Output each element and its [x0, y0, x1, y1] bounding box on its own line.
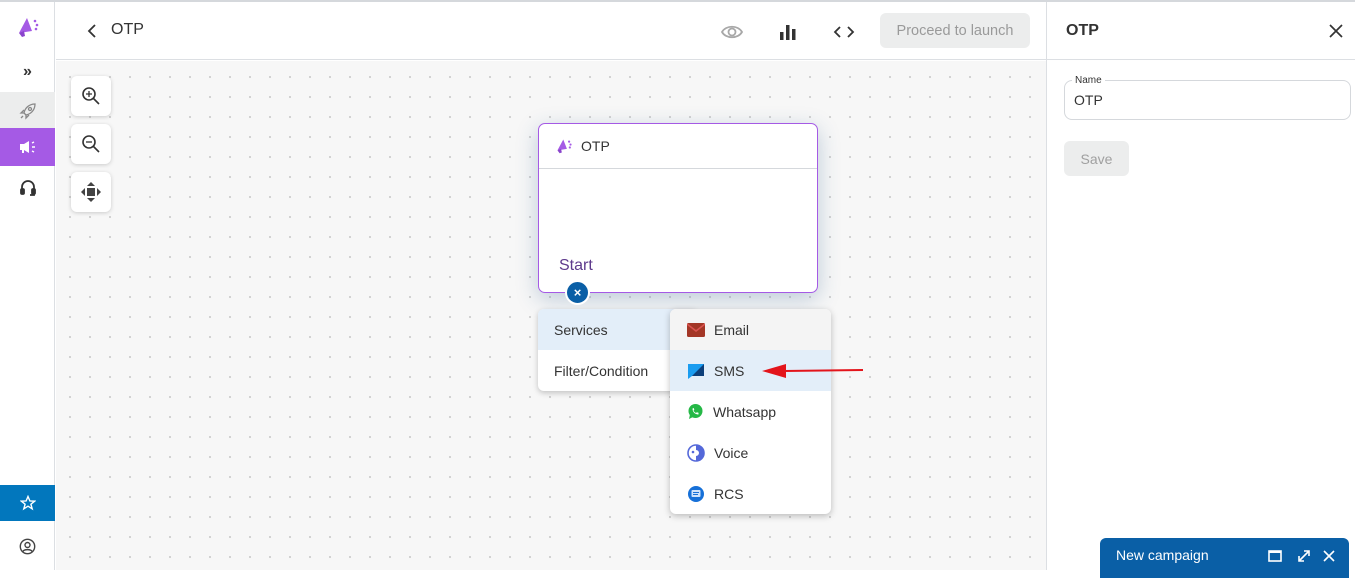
sidebar-item-support[interactable]: [0, 169, 55, 207]
expand-icon: [1298, 550, 1310, 562]
preview-button[interactable]: [719, 19, 745, 45]
megaphone-icon: [19, 141, 35, 153]
chevron-left-icon: [87, 24, 96, 38]
chevrons-right-icon: »: [23, 63, 32, 80]
expand-button[interactable]: [1296, 548, 1312, 564]
properties-panel: OTP Name Save: [1046, 2, 1355, 570]
code-icon: [833, 26, 855, 38]
star-icon: [19, 495, 36, 511]
sidebar-item-profile[interactable]: [0, 527, 55, 565]
save-button[interactable]: Save: [1064, 141, 1129, 176]
code-button[interactable]: [831, 19, 857, 45]
name-field-label: Name: [1072, 75, 1105, 86]
submenu-item-label: Voice: [714, 444, 749, 461]
zoom-in-icon: [82, 87, 100, 105]
submenu-item-whatsapp[interactable]: Whatsapp: [670, 391, 831, 432]
rcs-icon: [688, 485, 704, 502]
flow-canvas[interactable]: OTP Start × Services Filter/Condition Em…: [56, 61, 1046, 570]
page-title: OTP: [111, 21, 144, 38]
submenu-item-label: RCS: [714, 485, 744, 502]
back-button[interactable]: [82, 20, 102, 42]
submenu-item-label: Whatsapp: [713, 403, 777, 420]
submenu-item-voice[interactable]: Voice: [670, 432, 831, 473]
widget-close-button[interactable]: [1321, 548, 1337, 564]
annotation-arrow-icon: [762, 364, 864, 378]
rocket-icon: [18, 103, 36, 120]
submenu-item-rcs[interactable]: RCS: [670, 473, 831, 514]
submenu-item-label: Email: [714, 321, 750, 338]
panel-header: OTP: [1047, 2, 1355, 60]
campaign-node[interactable]: OTP Start: [538, 123, 818, 293]
megaphone-logo-icon: [557, 139, 572, 154]
panel-close-button[interactable]: [1327, 22, 1345, 40]
close-menu-button[interactable]: ×: [565, 280, 590, 305]
megaphone-logo-icon: [18, 18, 38, 37]
close-icon: [1323, 550, 1335, 562]
window-icon: [1268, 550, 1282, 562]
minimize-button[interactable]: [1267, 548, 1283, 564]
zoom-out-button[interactable]: [71, 124, 111, 164]
bar-chart-icon: [780, 25, 796, 40]
proceed-to-launch-button[interactable]: Proceed to launch: [880, 13, 1030, 48]
voice-icon: [687, 443, 705, 462]
submenu-item-email[interactable]: Email: [670, 309, 831, 350]
fit-view-button[interactable]: [71, 172, 111, 212]
user-circle-icon: [19, 538, 36, 554]
node-header: OTP: [539, 124, 817, 169]
sidebar-item-favorites[interactable]: [0, 485, 55, 521]
sidebar: »: [0, 2, 55, 570]
panel-title: OTP: [1066, 22, 1099, 39]
email-icon: [687, 322, 705, 337]
analytics-button[interactable]: [775, 19, 801, 45]
sidebar-item-campaigns[interactable]: [0, 128, 55, 166]
new-campaign-widget[interactable]: New campaign: [1100, 538, 1349, 578]
services-submenu: Email SMS Whatsapp Voice RCS: [670, 309, 831, 514]
close-icon: [1329, 24, 1343, 38]
whatsapp-icon: [688, 404, 703, 419]
zoom-out-icon: [82, 135, 100, 153]
node-title: OTP: [581, 138, 610, 154]
headset-icon: [19, 180, 36, 196]
zoom-in-button[interactable]: [71, 76, 111, 116]
eye-icon: [720, 25, 744, 39]
close-icon: ×: [573, 285, 582, 300]
widget-title: New campaign: [1116, 547, 1209, 563]
submenu-item-label: SMS: [714, 362, 745, 379]
name-field: Name: [1064, 75, 1351, 120]
app-logo[interactable]: [0, 10, 55, 44]
sms-icon: [688, 363, 704, 379]
node-start-label: Start: [559, 257, 593, 274]
header: OTP Proceed to launch: [56, 2, 1046, 60]
sidebar-expand-button[interactable]: »: [0, 54, 55, 90]
move-icon: [81, 182, 101, 202]
sidebar-item-launch[interactable]: [0, 92, 55, 130]
name-input[interactable]: [1074, 92, 1334, 108]
